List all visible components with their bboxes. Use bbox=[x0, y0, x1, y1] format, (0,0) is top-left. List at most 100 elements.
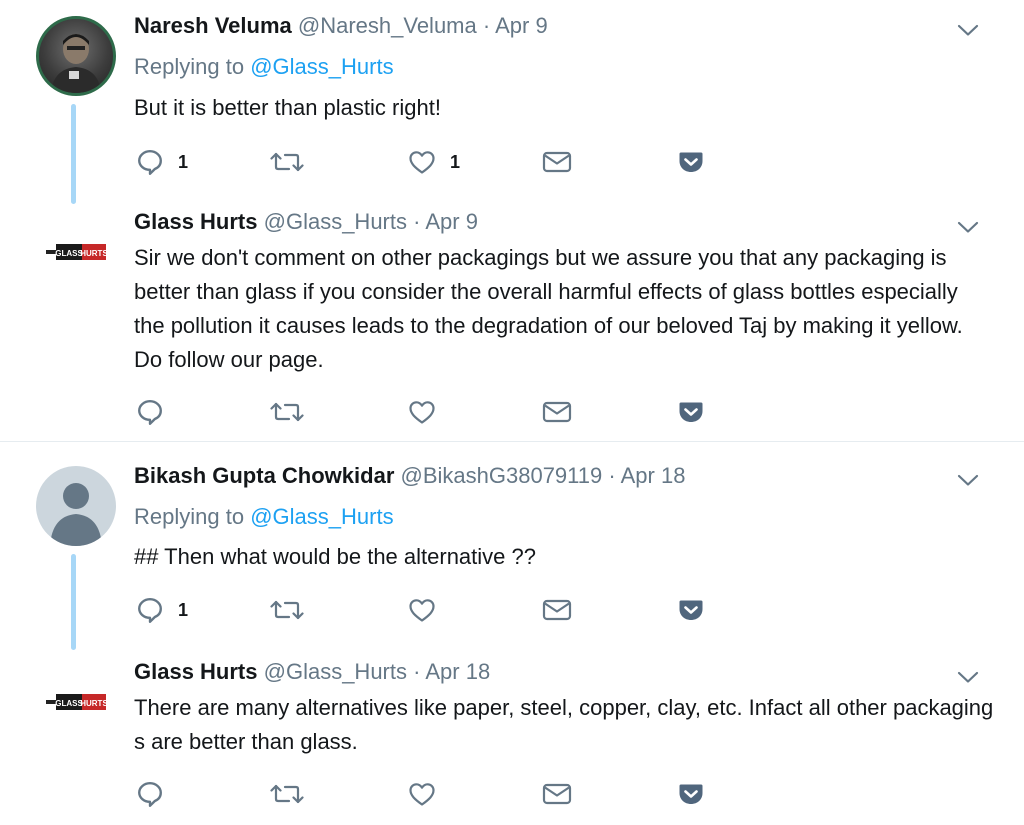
like-icon bbox=[408, 597, 436, 623]
thread-line bbox=[71, 104, 76, 204]
retweet-button[interactable] bbox=[270, 397, 304, 427]
like-icon bbox=[408, 781, 436, 807]
tweet-text: Sir we don't comment on other packagings… bbox=[134, 245, 963, 372]
like-button[interactable] bbox=[408, 595, 436, 625]
display-name[interactable]: Bikash Gupta Chowkidar bbox=[134, 463, 394, 488]
separator: · bbox=[413, 659, 421, 684]
replying-to: Replying to @Glass_Hurts bbox=[134, 54, 394, 80]
caret-down-icon bbox=[955, 669, 981, 685]
avatar[interactable]: GLASS HURTS bbox=[46, 242, 108, 262]
tweet-actions bbox=[136, 779, 736, 809]
avatar[interactable] bbox=[36, 466, 116, 546]
user-photo-icon bbox=[51, 34, 101, 93]
pocket-button[interactable] bbox=[678, 147, 704, 177]
tweet-menu-button[interactable] bbox=[955, 22, 981, 38]
reply-button[interactable]: 1 bbox=[136, 595, 188, 625]
display-name[interactable]: Naresh Veluma bbox=[134, 13, 292, 38]
tweet[interactable]: Bikash Gupta Chowkidar @BikashG38079119 … bbox=[0, 442, 1024, 650]
like-button[interactable] bbox=[408, 397, 436, 427]
tweet-date[interactable]: Apr 9 bbox=[495, 13, 548, 38]
reply-button[interactable]: 1 bbox=[136, 147, 188, 177]
logo-text-hurts: HURTS bbox=[80, 249, 108, 258]
logo-text-glass: GLASS bbox=[55, 249, 83, 258]
pocket-icon bbox=[678, 598, 704, 622]
caret-down-icon bbox=[955, 22, 981, 38]
tweet-header: Naresh Veluma @Naresh_Veluma · Apr 9 bbox=[134, 13, 548, 39]
user-handle[interactable]: @Naresh_Veluma bbox=[298, 13, 477, 38]
direct-message-button[interactable] bbox=[542, 397, 572, 427]
user-handle[interactable]: @Glass_Hurts bbox=[264, 659, 407, 684]
mention-link[interactable]: @Glass_Hurts bbox=[250, 504, 393, 529]
tweet-date[interactable]: Apr 9 bbox=[425, 209, 478, 234]
display-name[interactable]: Glass Hurts bbox=[134, 659, 258, 684]
separator: · bbox=[413, 209, 421, 234]
glass-hurts-logo-icon: GLASS HURTS bbox=[46, 244, 108, 260]
pocket-button[interactable] bbox=[678, 595, 704, 625]
pocket-button[interactable] bbox=[678, 397, 704, 427]
pocket-icon bbox=[678, 782, 704, 806]
tweet[interactable]: GLASS HURTS Glass Hurts @Glass_Hurts · A… bbox=[0, 200, 1024, 441]
tweet[interactable]: GLASS HURTS Glass Hurts @Glass_Hurts · A… bbox=[0, 650, 1024, 825]
avatar[interactable]: GLASS HURTS bbox=[46, 692, 108, 712]
caret-down-icon bbox=[955, 219, 981, 235]
like-button[interactable]: 1 bbox=[408, 147, 460, 177]
like-icon bbox=[408, 399, 436, 425]
direct-message-button[interactable] bbox=[542, 779, 572, 809]
tweet-actions: 1 bbox=[136, 595, 736, 625]
retweet-icon bbox=[270, 598, 304, 622]
reply-icon bbox=[136, 148, 164, 176]
dm-icon bbox=[542, 150, 572, 174]
like-icon bbox=[408, 149, 436, 175]
tweet-date[interactable]: Apr 18 bbox=[621, 463, 686, 488]
tweet-header: Glass Hurts @Glass_Hurts · Apr 9 bbox=[134, 209, 478, 235]
tweet-menu-button[interactable] bbox=[955, 472, 981, 488]
like-count: 1 bbox=[450, 151, 461, 172]
retweet-button[interactable] bbox=[270, 147, 304, 177]
tweet-menu-button[interactable] bbox=[955, 219, 981, 235]
tweet-date[interactable]: Apr 18 bbox=[425, 659, 490, 684]
reply-button[interactable] bbox=[136, 779, 164, 809]
replying-to: Replying to @Glass_Hurts bbox=[134, 504, 394, 530]
caret-down-icon bbox=[955, 472, 981, 488]
tweet-actions bbox=[136, 397, 736, 427]
tweet[interactable]: Naresh Veluma @Naresh_Veluma · Apr 9 Rep… bbox=[0, 0, 1024, 204]
direct-message-button[interactable] bbox=[542, 147, 572, 177]
retweet-icon bbox=[270, 400, 304, 424]
pocket-icon bbox=[678, 150, 704, 174]
display-name[interactable]: Glass Hurts bbox=[134, 209, 258, 234]
tweet-header: Glass Hurts @Glass_Hurts · Apr 18 bbox=[134, 659, 490, 685]
thread-line bbox=[71, 554, 76, 650]
retweet-icon bbox=[270, 782, 304, 806]
pocket-button[interactable] bbox=[678, 779, 704, 809]
tweet-text: ## Then what would be the alternative ?? bbox=[134, 544, 536, 569]
dm-icon bbox=[542, 598, 572, 622]
reply-icon bbox=[136, 596, 164, 624]
separator: · bbox=[482, 13, 491, 38]
reply-icon bbox=[136, 780, 164, 808]
reply-icon bbox=[136, 398, 164, 426]
user-handle[interactable]: @Glass_Hurts bbox=[264, 209, 407, 234]
mention-link[interactable]: @Glass_Hurts bbox=[250, 54, 393, 79]
reply-count: 1 bbox=[178, 151, 189, 172]
replying-prefix: Replying to bbox=[134, 54, 245, 79]
replying-prefix: Replying to bbox=[134, 504, 245, 529]
retweet-button[interactable] bbox=[270, 595, 304, 625]
tweet-header: Bikash Gupta Chowkidar @BikashG38079119 … bbox=[134, 463, 685, 489]
tweet-menu-button[interactable] bbox=[955, 669, 981, 685]
retweet-button[interactable] bbox=[270, 779, 304, 809]
reply-count: 1 bbox=[178, 599, 189, 620]
direct-message-button[interactable] bbox=[542, 595, 572, 625]
user-handle[interactable]: @BikashG38079119 bbox=[401, 463, 603, 488]
tweet-actions: 1 1 bbox=[136, 147, 736, 177]
logo-text-glass: GLASS bbox=[55, 699, 83, 708]
retweet-icon bbox=[270, 150, 304, 174]
tweet-text: But it is better than plastic right! bbox=[134, 95, 441, 120]
dm-icon bbox=[542, 782, 572, 806]
pocket-icon bbox=[678, 400, 704, 424]
reply-button[interactable] bbox=[136, 397, 164, 427]
separator: · bbox=[608, 463, 616, 488]
tweet-text: There are many alternatives like paper, … bbox=[134, 695, 994, 754]
avatar[interactable] bbox=[36, 16, 116, 96]
dm-icon bbox=[542, 400, 572, 424]
like-button[interactable] bbox=[408, 779, 436, 809]
